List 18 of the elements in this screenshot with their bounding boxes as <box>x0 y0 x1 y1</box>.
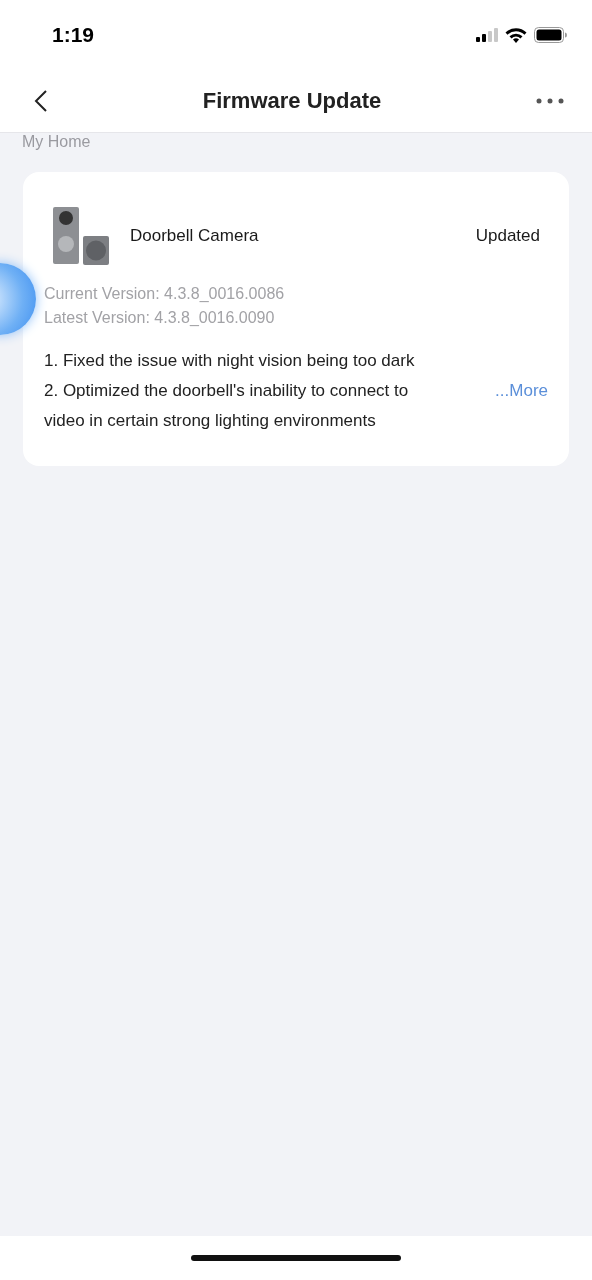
more-link[interactable]: ...More <box>495 376 548 406</box>
back-icon[interactable] <box>34 89 48 113</box>
signal-icon <box>476 28 498 42</box>
doorbell-camera-icon <box>52 206 110 266</box>
status-time: 1:19 <box>52 23 95 47</box>
release-note: 1. Fixed the issue with night vision being too dark <box>44 350 415 372</box>
page-title: Firmware Update <box>202 88 382 114</box>
latest-version: Latest Version: 4.3.8_0016.0090 <box>44 308 276 328</box>
wifi-icon <box>505 27 527 43</box>
battery-icon <box>534 27 568 43</box>
device-card[interactable] <box>23 172 569 466</box>
update-status: Updated <box>475 226 540 246</box>
more-icon[interactable] <box>536 98 564 104</box>
device-name: Doorbell Camera <box>130 226 260 246</box>
release-note: 2. Optimized the doorbell's inability to connect to <box>44 380 409 402</box>
section-title: My Home <box>22 133 92 152</box>
current-version: Current Version: 4.3.8_0016.0086 <box>44 284 286 304</box>
release-note: video in certain strong lighting environments <box>44 410 376 432</box>
